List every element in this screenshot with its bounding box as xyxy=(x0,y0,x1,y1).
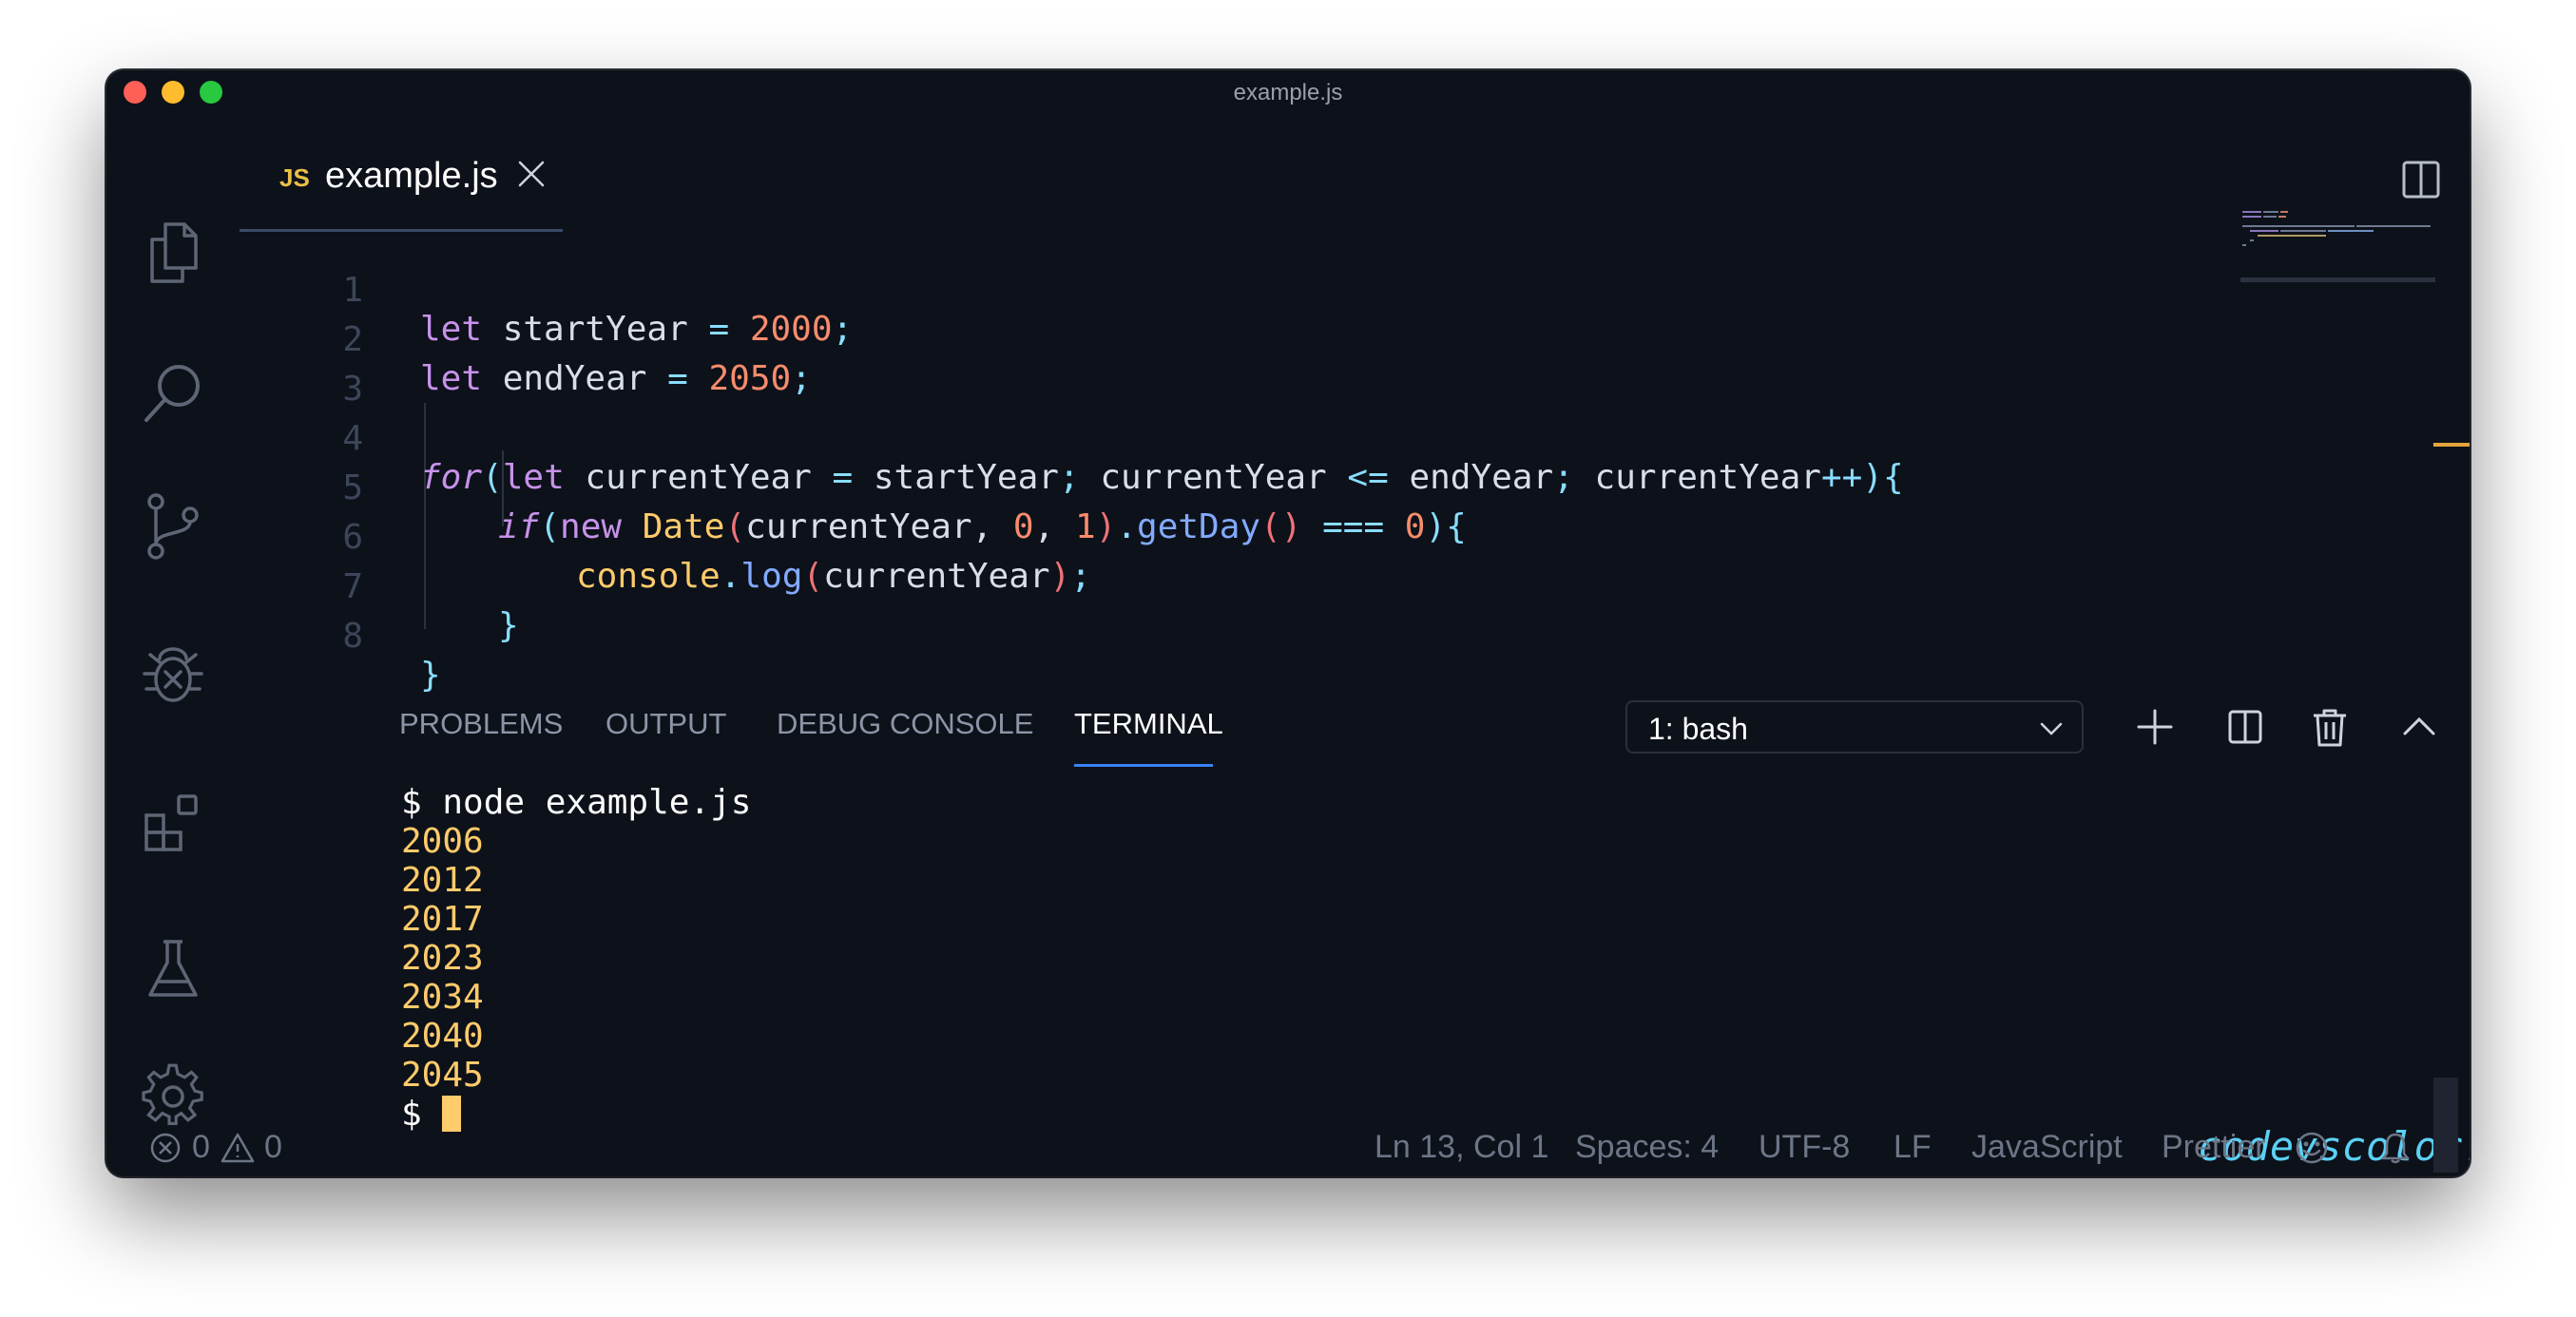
minimap-slider[interactable] xyxy=(2240,277,2435,282)
terminal-output-line: 2017 xyxy=(401,900,484,939)
search-icon[interactable] xyxy=(135,355,211,431)
code-text: console.log(currentYear); xyxy=(576,557,1091,596)
trash-icon[interactable] xyxy=(2306,703,2354,751)
code-text: for(let currentYear = startYear; current… xyxy=(420,458,1904,497)
terminal-output-line: 2023 xyxy=(401,939,484,978)
status-bar: 0 0 Ln 13, Col 1 Spaces: 4 UTF-8 LF Java… xyxy=(106,1119,2470,1176)
new-terminal-icon[interactable] xyxy=(2131,703,2179,751)
source-control-icon[interactable] xyxy=(135,488,211,564)
split-terminal-icon[interactable] xyxy=(2221,703,2269,751)
tab-bar: JS example.js xyxy=(240,118,2470,232)
cursor-position[interactable]: Ln 13, Col 1 xyxy=(1375,1129,1548,1166)
js-file-icon: JS xyxy=(279,163,310,192)
line-number: 8 xyxy=(342,617,363,656)
minimap[interactable] xyxy=(2240,208,2435,265)
code-editor[interactable]: 1 let startYear = 2000; 2 let endYear = … xyxy=(240,232,2331,695)
code-line: 4 for(let currentYear = startYear; curre… xyxy=(240,380,1903,497)
activity-bar xyxy=(106,118,240,1125)
code-line: 7 } xyxy=(240,528,518,645)
extensions-icon[interactable] xyxy=(135,783,211,859)
tab-example-js[interactable]: JS example.js xyxy=(240,118,563,232)
editor-window: example.js JS example.js 1 let startYear… xyxy=(106,70,2470,1176)
error-count[interactable]: 0 xyxy=(192,1129,210,1166)
code-line: 3 xyxy=(240,331,363,409)
terminal-output[interactable]: $ node example.js 2006 2012 2017 2023 20… xyxy=(401,783,751,1134)
warning-icon[interactable] xyxy=(221,1131,255,1165)
testing-icon[interactable] xyxy=(135,930,211,1006)
feedback-icon[interactable] xyxy=(2295,1131,2329,1165)
window-title: example.js xyxy=(1233,80,1343,105)
indentation[interactable]: Spaces: 4 xyxy=(1575,1129,1719,1166)
terminal-select-value: 1: bash xyxy=(1648,712,1748,746)
tab-output[interactable]: OUTPUT xyxy=(606,707,726,741)
chevron-down-icon xyxy=(2040,722,2063,735)
terminal-output-line: 2040 xyxy=(401,1017,484,1056)
code-line: 8 } xyxy=(240,578,440,695)
code-line: 1 let startYear = 2000; xyxy=(240,232,853,349)
indent-guide xyxy=(424,403,426,629)
encoding[interactable]: UTF-8 xyxy=(1759,1129,1850,1166)
tab-label: example.js xyxy=(325,156,498,196)
code-text: } xyxy=(498,606,519,645)
code-line: 5 if(new Date(currentYear, 0, 1).getDay(… xyxy=(240,429,1467,546)
bell-icon[interactable] xyxy=(2378,1131,2413,1165)
language-mode[interactable]: JavaScript xyxy=(1971,1129,2123,1166)
terminal-select[interactable]: 1: bash xyxy=(1625,700,2084,754)
chevron-up-icon[interactable] xyxy=(2395,703,2443,751)
split-editor-icon[interactable] xyxy=(2393,151,2450,208)
terminal-output-line: 2045 xyxy=(401,1056,484,1095)
overview-ruler-marker xyxy=(2433,443,2470,447)
code-line: 6 console.log(currentYear); xyxy=(240,479,1091,596)
warning-count[interactable]: 0 xyxy=(264,1129,282,1166)
title-bar: example.js xyxy=(106,70,2470,118)
terminal-command: $ node example.js xyxy=(401,783,752,822)
terminal-output-line: 2006 xyxy=(401,822,484,861)
tab-debug-console[interactable]: DEBUG CONSOLE xyxy=(777,707,1033,741)
close-icon[interactable] xyxy=(515,158,548,190)
formatter[interactable]: Prettier xyxy=(2162,1129,2266,1166)
code-line: 2 let endYear = 2050; xyxy=(240,281,812,398)
active-tab-indicator xyxy=(1074,764,1213,767)
code-text: let startYear = 2000; xyxy=(420,310,854,349)
tab-terminal[interactable]: TERMINAL xyxy=(1074,707,1223,741)
bottom-panel: PROBLEMS OUTPUT DEBUG CONSOLE TERMINAL 1… xyxy=(240,669,2470,1173)
error-icon[interactable] xyxy=(148,1131,183,1165)
tab-problems[interactable]: PROBLEMS xyxy=(399,707,563,741)
code-text: let endYear = 2050; xyxy=(420,359,812,398)
debug-icon[interactable] xyxy=(135,636,211,712)
terminal-output-line: 2012 xyxy=(401,861,484,900)
line-ending[interactable]: LF xyxy=(1894,1129,1932,1166)
code-text: if(new Date(currentYear, 0, 1).getDay() … xyxy=(498,507,1467,546)
explorer-icon[interactable] xyxy=(135,213,211,289)
terminal-output-line: 2034 xyxy=(401,978,484,1017)
